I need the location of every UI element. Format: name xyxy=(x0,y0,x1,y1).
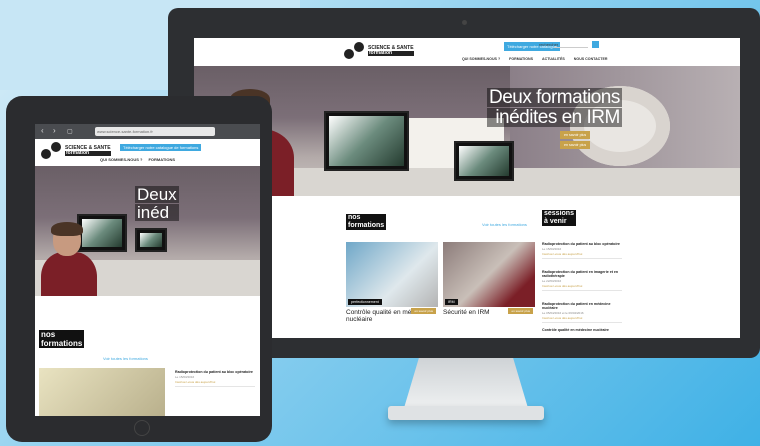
session-item[interactable]: Radioprotection du patient au bloc opéra… xyxy=(175,370,255,387)
hero-title: Deux inéd xyxy=(135,185,179,222)
search-button[interactable] xyxy=(592,41,599,48)
hero-banner: Deux inéd xyxy=(35,166,260,296)
hero-more-button-2[interactable]: en savoir plus xyxy=(560,141,591,149)
site-header: SCIENCE & SANTE formation Télécharger no… xyxy=(194,38,740,66)
logo-mark-icon xyxy=(41,142,63,160)
nav-item-about[interactable]: QUI SOMMES-NOUS ? xyxy=(100,157,142,162)
formations-heading: nos formations xyxy=(39,330,85,348)
nav-item-about[interactable]: QUI SOMMES-NOUS ? xyxy=(462,57,500,61)
home-button[interactable] xyxy=(134,420,150,436)
browser-toolbar: ‹ › ▢ www.science-sante-formation.fr xyxy=(35,124,260,139)
card-more-button[interactable]: en savoir plus xyxy=(411,308,436,314)
hero-more-button[interactable]: en savoir plus xyxy=(560,131,591,139)
nav-item-formations[interactable]: FORMATIONS xyxy=(148,157,175,162)
session-item[interactable]: Radioprotection du patient au bloc opéra… xyxy=(542,242,622,259)
formation-card[interactable]: IRM en savoir plus Sécurité en IRM xyxy=(443,242,535,338)
monitor-image xyxy=(135,228,167,252)
all-formations-link[interactable]: Voir toutes les formations xyxy=(482,222,527,227)
formation-card[interactable] xyxy=(39,368,165,416)
formations-heading: nos formations xyxy=(346,214,387,230)
card-tag: IRM xyxy=(445,299,458,305)
session-item[interactable]: Radioprotection du patient en imagerie e… xyxy=(542,270,622,291)
search-input[interactable] xyxy=(554,41,588,48)
tablet-screen: ‹ › ▢ www.science-sante-formation.fr SCI… xyxy=(35,124,260,416)
technician-image xyxy=(41,222,101,296)
session-item[interactable]: Radioprotection du patient en médecine n… xyxy=(542,302,622,323)
card-photo xyxy=(443,242,535,307)
logo-tag: formation xyxy=(368,51,414,56)
address-bar[interactable]: www.science-sante-formation.fr xyxy=(95,127,215,136)
catalogue-download-button[interactable]: Télécharger notre catalogue de formation… xyxy=(120,144,202,151)
hero-title: Deux formations inédites en IRM xyxy=(487,87,622,128)
back-icon[interactable]: ‹ xyxy=(41,126,44,135)
forward-icon[interactable]: › xyxy=(53,126,56,135)
site-logo[interactable]: SCIENCE & SANTE formation xyxy=(344,42,414,60)
main-nav: QUI SOMMES-NOUS ? FORMATIONS xyxy=(100,157,175,162)
logo-mark-icon xyxy=(344,42,366,60)
camera-icon xyxy=(462,20,467,25)
session-item[interactable]: Contrôle qualité en médecine nucléaire xyxy=(542,328,622,332)
hero-banner: Deux formations inédites en IRM en savoi… xyxy=(194,66,740,196)
formation-card[interactable]: perfectionnement en savoir plus Contrôle… xyxy=(346,242,438,338)
nav-item-news[interactable]: ACTUALITÉS xyxy=(542,57,565,61)
bookmarks-icon[interactable]: ▢ xyxy=(67,128,73,135)
card-photo xyxy=(346,242,438,307)
card-tag: perfectionnement xyxy=(348,299,382,305)
tablet-device: ‹ › ▢ www.science-sante-formation.fr SCI… xyxy=(6,96,272,442)
all-formations-link[interactable]: Voir toutes les formations xyxy=(103,356,148,361)
imac-base xyxy=(388,406,544,420)
main-nav: QUI SOMMES-NOUS ? FORMATIONS ACTUALITÉS … xyxy=(462,57,607,61)
monitor-image xyxy=(324,111,409,171)
sessions-heading: sessions à venir xyxy=(542,210,576,226)
imac-screen: SCIENCE & SANTE formation Télécharger no… xyxy=(194,38,740,338)
monitor-image xyxy=(454,141,514,181)
imac-stand xyxy=(404,358,528,408)
nav-item-contact[interactable]: NOUS CONTACTER xyxy=(574,57,608,61)
nav-item-formations[interactable]: FORMATIONS xyxy=(509,57,533,61)
card-more-button[interactable]: en savoir plus xyxy=(508,308,533,314)
